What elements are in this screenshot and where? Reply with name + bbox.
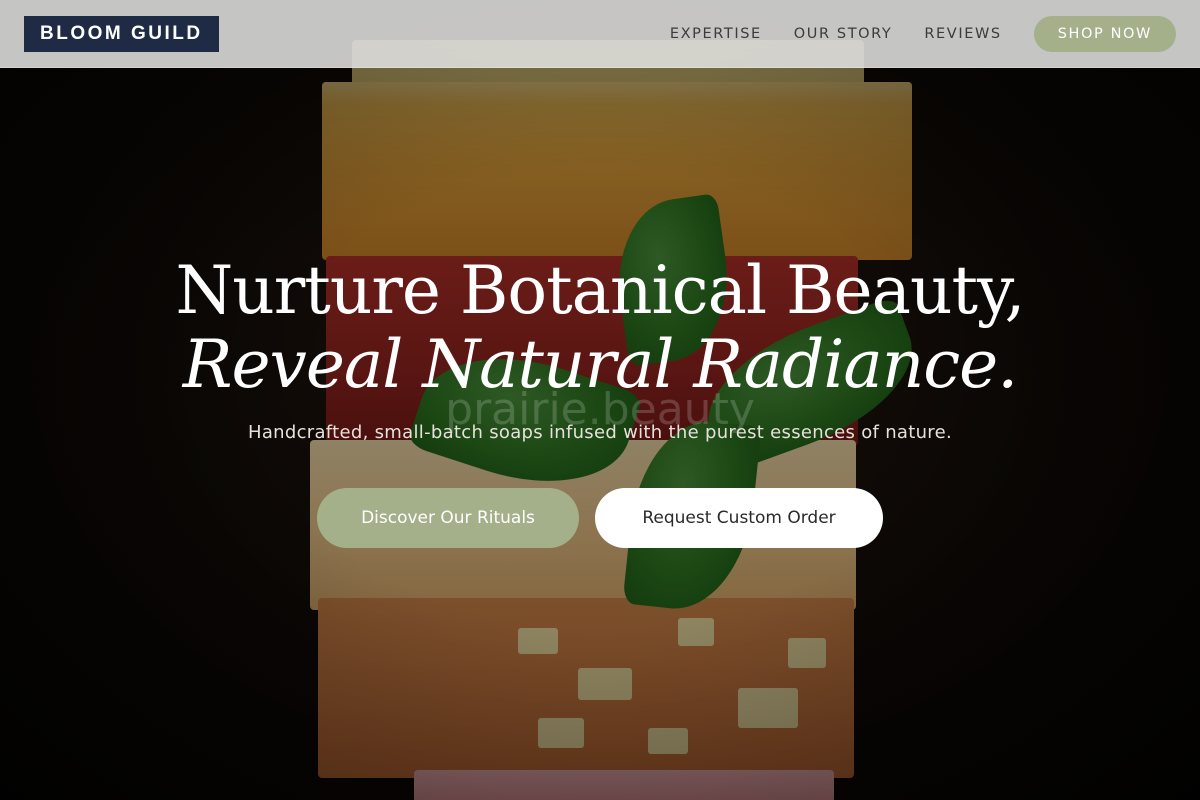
request-custom-order-button[interactable]: Request Custom Order — [595, 488, 883, 548]
hero-section: Nurture Botanical Beauty, Reveal Natural… — [0, 0, 1200, 800]
discover-rituals-button[interactable]: Discover Our Rituals — [317, 488, 579, 548]
hero-cta-group: Discover Our Rituals Request Custom Orde… — [0, 488, 1200, 548]
hero-headline: Nurture Botanical Beauty, — [175, 252, 1026, 329]
hero-subtitle: Handcrafted, small-batch soaps infused w… — [247, 422, 953, 443]
